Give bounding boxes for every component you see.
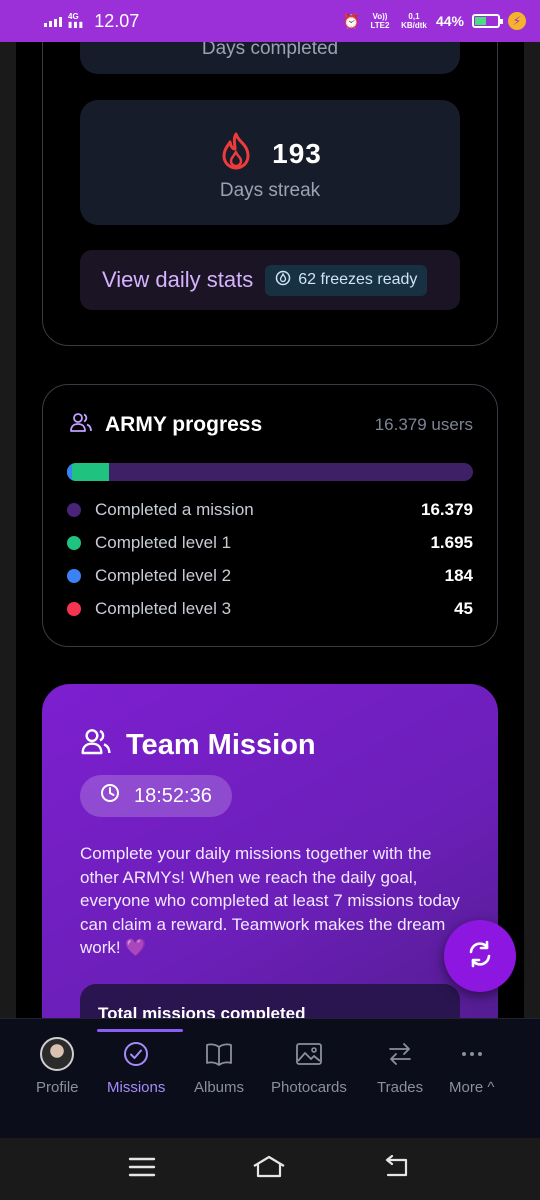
tab-albums[interactable]: Albums (194, 1037, 244, 1096)
legend-dot (67, 569, 81, 583)
heart-emoji: 💜 (125, 938, 147, 957)
tab-profile[interactable]: Profile (36, 1037, 79, 1096)
legend-label: Completed level 1 (95, 533, 232, 552)
refresh-button[interactable] (444, 920, 516, 992)
network-type: 4G ▮▮▮ (68, 12, 85, 29)
army-users-count: 16.379 users (374, 415, 473, 434)
book-icon (202, 1037, 236, 1071)
total-missions-box: Total missions completed (80, 984, 460, 1018)
view-daily-stats-link[interactable]: View daily stats (102, 267, 253, 293)
legend-value: 1.695 (430, 533, 473, 552)
tab-photocards[interactable]: Photocards (271, 1037, 347, 1096)
tab-missions-label: Missions (107, 1079, 166, 1096)
legend-label: Completed level 2 (95, 566, 232, 585)
volte-indicator: Vo)) LTE2 (370, 12, 390, 30)
battery-icon (472, 14, 503, 28)
active-tab-indicator (97, 1029, 183, 1032)
team-mission-card: Team Mission 18:52:36 Complete your dail… (42, 684, 498, 1018)
legend-dot (67, 602, 81, 616)
tab-trades-label: Trades (377, 1079, 424, 1096)
battery-percent: 44% (435, 13, 464, 29)
check-circle-icon (119, 1037, 153, 1071)
clock-icon (100, 783, 120, 809)
legend-row: Completed level 1 1.695 (67, 533, 473, 553)
legend-dot (67, 503, 81, 517)
status-bar: 4G ▮▮▮ 12.07 ⏰ Vo)) LTE2 0,1 KB/dtk 44% ⚡ (0, 0, 540, 42)
legend-label: Completed a mission (95, 500, 254, 519)
army-progress-bar (67, 463, 473, 481)
tab-more-label: More ^ (449, 1079, 495, 1096)
recents-icon[interactable] (128, 1156, 156, 1183)
alarm-icon: ⏰ (342, 12, 360, 29)
charging-icon: ⚡ (508, 12, 526, 30)
days-completed-tile: Days completed (80, 42, 460, 74)
tab-albums-label: Albums (194, 1079, 245, 1096)
freeze-icon (275, 270, 291, 291)
freezes-text: 62 freezes ready (298, 271, 418, 288)
avatar (40, 1037, 75, 1071)
view-daily-stats-button[interactable]: View daily stats 62 freezes ready (80, 250, 460, 310)
level1-segment (67, 463, 110, 481)
tab-trades[interactable]: Trades (377, 1037, 423, 1096)
home-icon[interactable] (251, 1154, 287, 1185)
scroll-content[interactable]: Days completed 193 Days streak View dail… (16, 42, 524, 1018)
tab-profile-label: Profile (36, 1079, 79, 1096)
timer-value: 18:52:36 (134, 784, 212, 807)
image-icon (292, 1037, 326, 1071)
streak-label: Days streak (219, 180, 321, 201)
tab-more[interactable]: More ^ (449, 1037, 494, 1096)
swap-icon (383, 1037, 417, 1071)
level2-segment (67, 463, 72, 481)
streak-value: 193 (272, 137, 322, 169)
total-missions-label: Total missions completed (98, 1004, 306, 1018)
army-progress-card: ARMY progress 16.379 users Completed a m… (42, 384, 498, 647)
users-icon (69, 411, 93, 439)
team-mission-title: Team Mission (126, 728, 316, 761)
refresh-icon (465, 939, 495, 974)
legend-row: Completed a mission 16.379 (67, 500, 473, 520)
freezes-badge: 62 freezes ready (265, 264, 428, 296)
legend-value: 45 (454, 599, 473, 618)
mission-timer: 18:52:36 (80, 775, 232, 817)
legend-value: 184 (444, 566, 473, 585)
army-progress-title: ARMY progress (105, 413, 263, 436)
team-icon (80, 726, 112, 764)
more-dots-icon (455, 1037, 489, 1071)
legend-label: Completed level 3 (95, 599, 232, 618)
legend-row: Completed level 3 45 (67, 599, 473, 619)
system-navigation (0, 1138, 540, 1200)
legend-value: 16.379 (421, 500, 473, 519)
team-mission-description: Complete your daily missions together wi… (80, 844, 460, 957)
days-completed-label: Days completed (201, 42, 339, 59)
legend-row: Completed level 2 184 (67, 566, 473, 586)
tab-photocards-label: Photocards (271, 1079, 347, 1096)
clock: 12.07 (94, 10, 140, 31)
bottom-navigation: Profile Missions Albums Photocards Trade… (0, 1018, 540, 1138)
fire-icon (218, 132, 254, 175)
tab-missions[interactable]: Missions (107, 1037, 165, 1096)
network-speed: 0,1 KB/dtk (401, 12, 427, 30)
signal-icon (44, 15, 62, 27)
streak-tile: 193 Days streak (80, 100, 460, 225)
back-icon[interactable] (382, 1154, 412, 1184)
legend-dot (67, 536, 81, 550)
